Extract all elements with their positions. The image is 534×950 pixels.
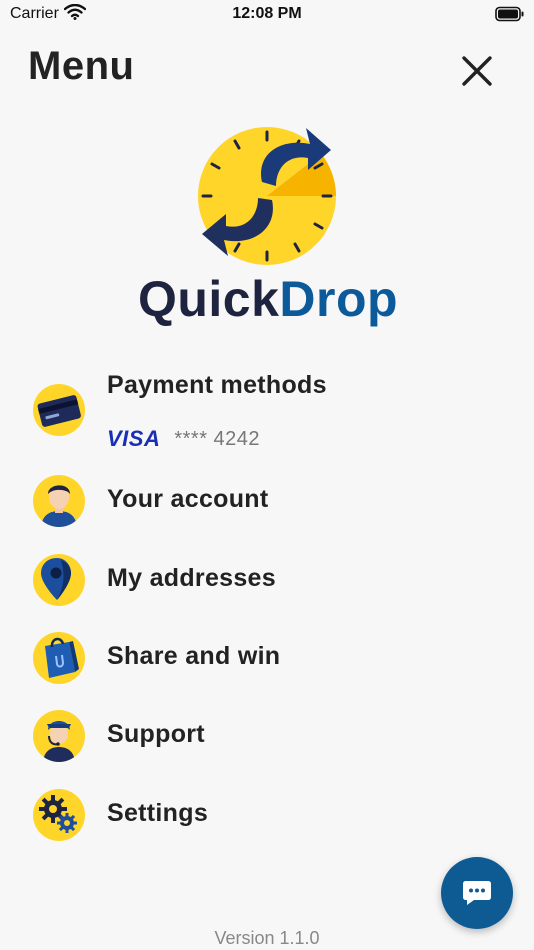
- menu-label-payment-methods: Payment methods: [107, 371, 327, 399]
- quickdrop-logo: QuickDrop: [128, 124, 408, 327]
- logo-word-drop: Drop: [279, 271, 399, 327]
- battery-icon: [495, 6, 525, 27]
- logo-wordmark: QuickDrop: [128, 270, 408, 328]
- menu-item-settings[interactable]: Settings: [30, 789, 510, 841]
- gears-icon: [33, 789, 85, 841]
- menu-item-support[interactable]: Support: [30, 710, 510, 762]
- menu-item-my-addresses[interactable]: My addresses: [30, 554, 510, 606]
- status-time: 12:08 PM: [232, 5, 302, 22]
- logo-word-quick: Quick: [137, 271, 280, 327]
- menu-item-share-and-win[interactable]: Share and win: [30, 632, 510, 684]
- location-pin-icon: [33, 554, 85, 606]
- app-version: Version 1.1.0: [214, 928, 320, 948]
- menu-label-settings: Settings: [107, 799, 209, 827]
- chat-button[interactable]: [441, 857, 513, 929]
- card-number-masked: **** 4242: [174, 427, 261, 450]
- user-avatar-icon: [33, 475, 85, 527]
- menu-label-your-account: Your account: [107, 485, 269, 513]
- credit-card-icon: [33, 384, 85, 436]
- menu-label-my-addresses: My addresses: [107, 564, 276, 592]
- menu-item-your-account[interactable]: Your account: [30, 475, 510, 527]
- close-icon[interactable]: [461, 55, 493, 87]
- status-bar: Carrier 12:08 PM: [0, 0, 534, 30]
- saved-card-info: VISA **** 4242: [107, 426, 260, 452]
- page-title: Menu: [28, 44, 135, 88]
- menu-label-support: Support: [107, 720, 205, 748]
- menu-label-share-and-win: Share and win: [107, 642, 281, 670]
- chat-bubble-icon[interactable]: [462, 879, 492, 907]
- support-agent-icon: [33, 710, 85, 762]
- clock-arrows-logo-icon: [198, 127, 336, 265]
- visa-logo: VISA: [107, 426, 161, 451]
- close-button[interactable]: [456, 50, 498, 92]
- menu-item-payment-methods[interactable]: Payment methods VISA **** 4242: [30, 371, 510, 454]
- shopping-bag-icon: [33, 632, 85, 684]
